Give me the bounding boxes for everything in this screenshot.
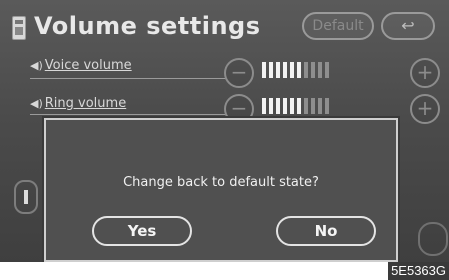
ring-volume-label: ◀) Ring volume bbox=[30, 96, 126, 111]
volume-segment bbox=[262, 62, 266, 78]
voice-volume-level-bar bbox=[262, 62, 329, 78]
volume-segment bbox=[269, 98, 273, 114]
volume-segment bbox=[318, 62, 322, 78]
volume-segment bbox=[297, 98, 301, 114]
volume-segment bbox=[290, 62, 294, 78]
speaker-icon: ◀) bbox=[30, 59, 43, 72]
volume-segment bbox=[269, 62, 273, 78]
row-divider bbox=[30, 114, 226, 115]
phone-icon bbox=[12, 16, 26, 40]
volume-segment bbox=[325, 98, 329, 114]
ring-volume-label-text: Ring volume bbox=[44, 96, 127, 111]
volume-segment bbox=[283, 62, 287, 78]
volume-segment bbox=[276, 62, 280, 78]
volume-segment bbox=[311, 62, 315, 78]
volume-segment bbox=[283, 98, 287, 114]
volume-segment bbox=[318, 98, 322, 114]
voice-volume-plus-button[interactable]: + bbox=[410, 58, 440, 88]
confirm-dialog: Change back to default state? Yes No bbox=[44, 118, 398, 262]
volume-segment bbox=[325, 62, 329, 78]
volume-segment bbox=[276, 98, 280, 114]
volume-segment bbox=[290, 98, 294, 114]
no-button[interactable]: No bbox=[276, 216, 376, 246]
page-title: Volume settings bbox=[34, 12, 261, 40]
yes-button[interactable]: Yes bbox=[92, 216, 192, 246]
volume-segment bbox=[262, 98, 266, 114]
partial-toggle-button[interactable] bbox=[14, 180, 38, 214]
voice-volume-minus-button[interactable]: − bbox=[224, 58, 254, 88]
row-divider bbox=[30, 78, 226, 79]
default-button[interactable]: Default bbox=[302, 12, 374, 40]
volume-segment bbox=[304, 98, 308, 114]
back-arrow-icon: ↩ bbox=[401, 16, 415, 35]
ring-volume-plus-button[interactable]: + bbox=[410, 94, 440, 124]
volume-settings-screen: Volume settings Default ↩ ◀) Voice volume… bbox=[0, 0, 449, 262]
volume-segment bbox=[304, 62, 308, 78]
dialog-message: Change back to default state? bbox=[123, 175, 319, 190]
speaker-icon: ◀) bbox=[30, 97, 43, 110]
ring-volume-level-bar bbox=[262, 98, 329, 114]
partial-plus-button[interactable] bbox=[418, 222, 448, 256]
volume-segment bbox=[311, 98, 315, 114]
voice-volume-label: ◀) Voice volume bbox=[30, 58, 132, 73]
figure-code: 5E5363G bbox=[388, 262, 449, 280]
voice-volume-label-text: Voice volume bbox=[44, 58, 132, 73]
volume-segment bbox=[297, 62, 301, 78]
back-button[interactable]: ↩ bbox=[381, 12, 435, 40]
